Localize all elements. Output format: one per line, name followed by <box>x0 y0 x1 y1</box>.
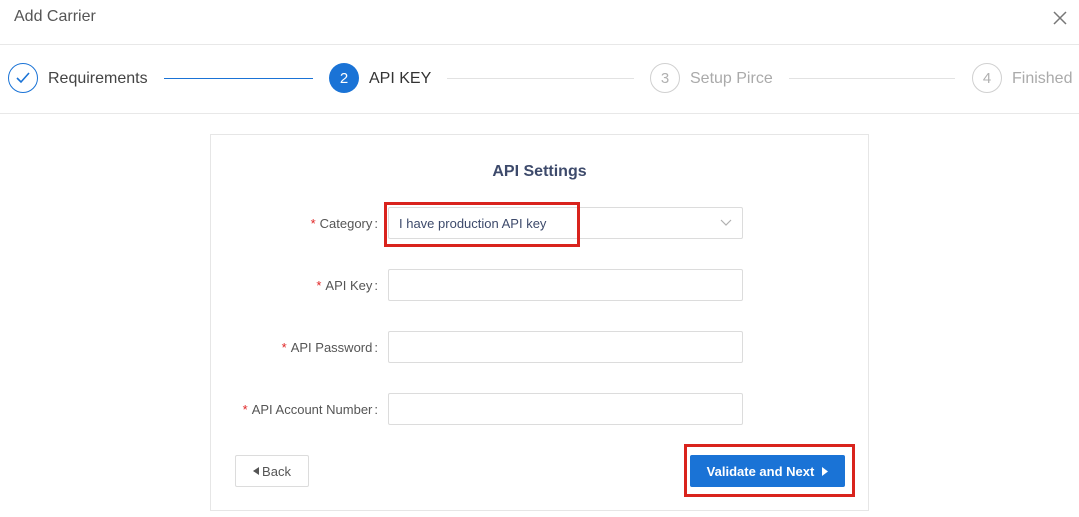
caret-right-icon <box>822 466 829 476</box>
step-connector-3 <box>789 78 955 79</box>
step-3-number: 3 <box>650 63 680 93</box>
label-colon: : <box>374 340 378 355</box>
api-key-input[interactable] <box>388 269 743 301</box>
dialog-title: Add Carrier <box>14 8 96 25</box>
stepper: Requirements 2 API KEY 3 Setup Pirce 4 F… <box>0 45 1079 114</box>
step-2-label: API KEY <box>369 70 432 87</box>
api-key-label: * API Key: <box>316 278 378 293</box>
label-colon: : <box>374 216 378 231</box>
dialog-header: Add Carrier <box>0 0 1079 45</box>
required-mark: * <box>281 340 287 355</box>
label-colon: : <box>374 402 378 417</box>
api-settings-card: API Settings * Category: I have productio… <box>210 134 869 511</box>
api-account-number-input[interactable] <box>388 393 743 425</box>
required-mark: * <box>310 216 316 231</box>
api-password-label-text: API Password <box>290 340 373 355</box>
back-button[interactable]: Back <box>235 455 309 487</box>
api-account-number-label-text: API Account Number <box>251 402 373 417</box>
category-label: * Category: <box>311 216 378 231</box>
caret-left-icon <box>253 467 260 475</box>
category-select-value: I have production API key <box>399 215 547 231</box>
chevron-down-icon <box>720 219 732 226</box>
back-button-label: Back <box>262 463 291 479</box>
api-key-label-text: API Key <box>325 278 373 293</box>
step-4-number: 4 <box>972 63 1002 93</box>
step-1-check-icon <box>8 63 38 93</box>
close-icon[interactable] <box>1051 9 1069 27</box>
step-4-label: Finished <box>1012 70 1073 87</box>
step-connector-2 <box>447 78 634 79</box>
api-password-label: * API Password: <box>282 340 378 355</box>
step-1-label: Requirements <box>48 70 148 87</box>
label-colon: : <box>374 278 378 293</box>
api-account-number-label: * API Account Number: <box>243 402 378 417</box>
required-mark: * <box>242 402 248 417</box>
step-2-number: 2 <box>329 63 359 93</box>
required-mark: * <box>316 278 322 293</box>
category-select[interactable]: I have production API key <box>388 207 743 239</box>
category-label-text: Category <box>319 216 373 231</box>
step-connector-1 <box>164 78 313 79</box>
validate-and-next-button[interactable]: Validate and Next <box>690 455 845 487</box>
card-title: API Settings <box>492 163 587 180</box>
step-3-label: Setup Pirce <box>690 70 773 87</box>
validate-and-next-label: Validate and Next <box>706 463 815 479</box>
api-password-input[interactable] <box>388 331 743 363</box>
